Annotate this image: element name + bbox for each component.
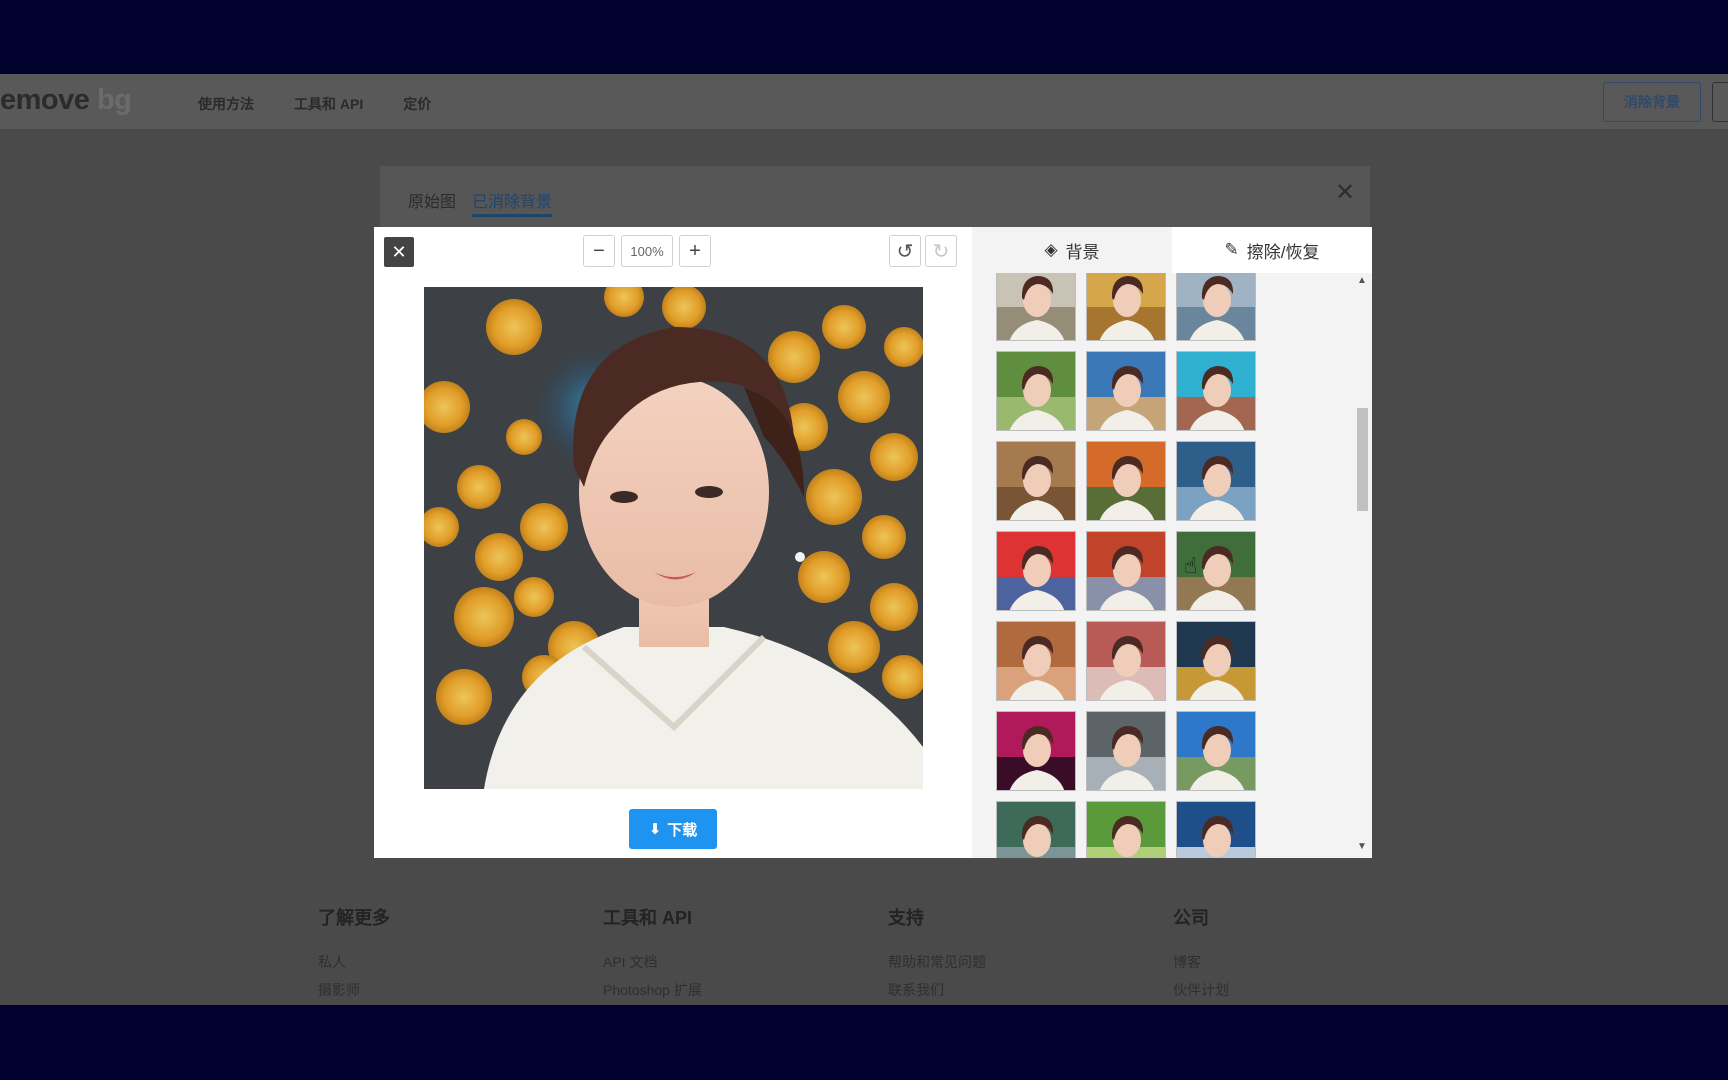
footer-col-support: 支持 帮助和常见问题 联系我们 bbox=[888, 904, 986, 1005]
footer-heading: 支持 bbox=[888, 908, 924, 928]
redo-icon[interactable]: ↻ bbox=[925, 235, 957, 267]
footer-heading: 了解更多 bbox=[318, 908, 390, 928]
background-option[interactable] bbox=[996, 801, 1076, 858]
background-option[interactable] bbox=[1176, 711, 1256, 791]
tab-removed-bg[interactable]: 已消除背景 bbox=[472, 188, 553, 217]
footer-link[interactable]: 联系我们 bbox=[888, 980, 986, 1000]
background-option[interactable] bbox=[1086, 351, 1166, 431]
background-thumbnails bbox=[972, 273, 1352, 858]
background-option[interactable] bbox=[1086, 621, 1166, 701]
close-icon[interactable]: ✕ bbox=[384, 237, 414, 267]
tab-background[interactable]: ◈ 背景 bbox=[972, 227, 1172, 273]
scroll-up-icon[interactable]: ▲ bbox=[1357, 275, 1367, 286]
tab-erase-restore[interactable]: ✎ 擦除/恢复 bbox=[1172, 227, 1372, 273]
layers-icon: ◈ bbox=[1044, 240, 1058, 259]
background-option[interactable] bbox=[1086, 711, 1166, 791]
download-label: 下载 bbox=[667, 821, 698, 839]
footer-link[interactable]: Photoshop 扩展 bbox=[603, 980, 702, 1000]
tab-erase-label: 擦除/恢复 bbox=[1246, 242, 1320, 262]
image-editor: ✕ − 100% + ↺ ↻ ⬇ 下载 bbox=[374, 227, 972, 858]
background-option[interactable] bbox=[1086, 441, 1166, 521]
footer: 了解更多 私人 摄影师 工具和 API API 文档 Photoshop 扩展 … bbox=[0, 904, 1728, 1005]
tab-background-label: 背景 bbox=[1065, 242, 1100, 262]
letterbox-bottom bbox=[0, 1005, 1728, 1080]
edited-photo bbox=[424, 287, 923, 789]
remove-background-button[interactable]: 消除背景 bbox=[1603, 82, 1701, 122]
footer-col-company: 公司 博客 伙伴计划 bbox=[1173, 904, 1229, 1005]
download-button[interactable]: ⬇ 下载 bbox=[629, 809, 717, 849]
scroll-thumb[interactable] bbox=[1357, 408, 1368, 511]
main-nav: 使用方法 工具和 API 定价 bbox=[198, 94, 431, 114]
zoom-out-button[interactable]: − bbox=[583, 235, 615, 267]
dialog-close-icon[interactable]: ✕ bbox=[1335, 178, 1355, 207]
footer-link[interactable]: 私人 bbox=[318, 952, 390, 972]
nav-tools-api[interactable]: 工具和 API bbox=[294, 94, 363, 114]
background-option[interactable] bbox=[996, 621, 1076, 701]
footer-col-tools: 工具和 API API 文档 Photoshop 扩展 bbox=[603, 904, 702, 1005]
background-option[interactable] bbox=[1086, 531, 1166, 611]
background-option[interactable] bbox=[996, 711, 1076, 791]
mouse-cursor-icon: ☝ bbox=[1184, 553, 1198, 578]
background-option[interactable] bbox=[1176, 441, 1256, 521]
photo-illustration bbox=[424, 287, 923, 789]
footer-link[interactable]: 摄影师 bbox=[318, 980, 390, 1000]
background-option[interactable] bbox=[1176, 621, 1256, 701]
footer-link[interactable]: API 文档 bbox=[603, 952, 702, 972]
letterbox-top bbox=[0, 0, 1728, 74]
history-controls: ↺ ↻ bbox=[889, 235, 957, 267]
panel-tabs: ◈ 背景 ✎ 擦除/恢复 bbox=[972, 227, 1372, 273]
site-header: emove bg 使用方法 工具和 API 定价 消除背景 bbox=[0, 74, 1728, 129]
footer-heading: 工具和 API bbox=[603, 908, 693, 928]
footer-link[interactable]: 伙伴计划 bbox=[1173, 980, 1229, 1000]
tab-original[interactable]: 原始图 bbox=[408, 188, 456, 217]
zoom-controls: − 100% + bbox=[583, 235, 711, 267]
footer-link[interactable]: 帮助和常见问题 bbox=[888, 952, 986, 972]
background-option[interactable] bbox=[1176, 801, 1256, 858]
background-option[interactable] bbox=[996, 441, 1076, 521]
brush-icon: ✎ bbox=[1224, 240, 1239, 259]
background-option[interactable] bbox=[996, 273, 1076, 341]
footer-link[interactable]: 博客 bbox=[1173, 952, 1229, 972]
scroll-down-icon[interactable]: ▼ bbox=[1357, 841, 1367, 852]
nav-pricing[interactable]: 定价 bbox=[403, 94, 431, 114]
download-icon: ⬇ bbox=[648, 821, 662, 838]
panel-scrollbar[interactable]: ▲ ▼ bbox=[1352, 273, 1372, 858]
nav-how-to[interactable]: 使用方法 bbox=[198, 94, 254, 114]
footer-col-learn: 了解更多 私人 摄影师 bbox=[318, 904, 390, 1005]
logo[interactable]: emove bg bbox=[0, 84, 132, 117]
result-tabs: 原始图 已消除背景 bbox=[408, 188, 553, 217]
background-panel: ◈ 背景 ✎ 擦除/恢复 ▲ ▼ bbox=[972, 227, 1372, 858]
editor-modal: ✕ − 100% + ↺ ↻ ⬇ 下载 ◈ 背景 ✎ 擦除/恢复 ▲ ▼ bbox=[374, 227, 1372, 858]
undo-icon[interactable]: ↺ bbox=[889, 235, 921, 267]
background-option[interactable] bbox=[1176, 351, 1256, 431]
background-option[interactable] bbox=[996, 531, 1076, 611]
zoom-level: 100% bbox=[621, 235, 673, 267]
background-option[interactable] bbox=[996, 351, 1076, 431]
header-secondary-button[interactable] bbox=[1712, 82, 1728, 122]
zoom-in-button[interactable]: + bbox=[679, 235, 711, 267]
background-option[interactable] bbox=[1176, 273, 1256, 341]
background-option[interactable] bbox=[1086, 801, 1166, 858]
footer-heading: 公司 bbox=[1173, 908, 1209, 928]
background-option[interactable] bbox=[1086, 273, 1166, 341]
